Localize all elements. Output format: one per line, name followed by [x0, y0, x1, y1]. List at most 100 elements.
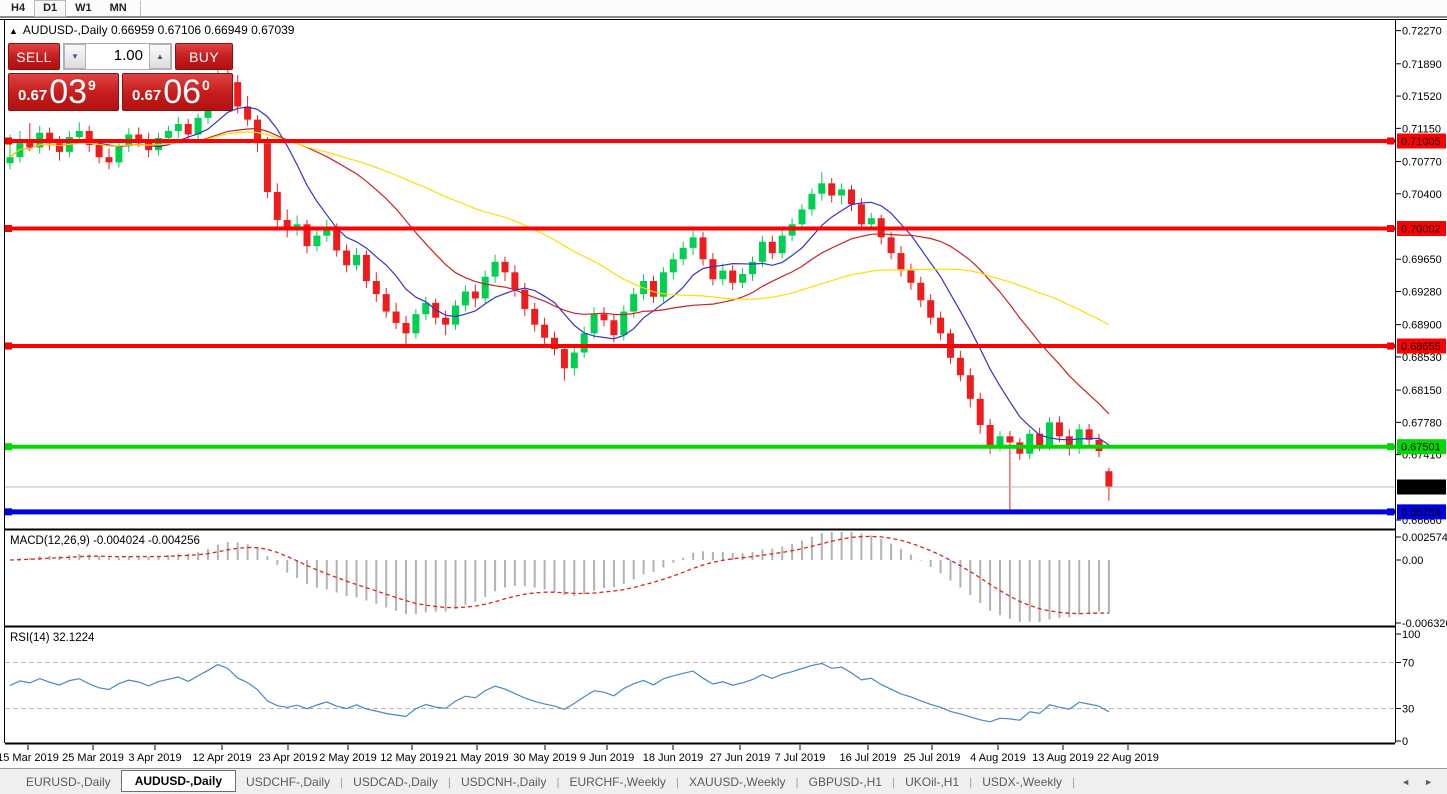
buy-price-display[interactable]: 0.67 06 0	[122, 73, 233, 111]
volume-decrease-button[interactable]: ▼	[64, 44, 86, 69]
macd-signal-line	[9, 535, 1109, 615]
candle-body	[758, 241, 766, 262]
candle-body	[422, 302, 430, 315]
price-tick-label: 0.67780	[1402, 417, 1442, 429]
candle-body	[689, 237, 697, 248]
candle-body	[244, 106, 252, 120]
rsi-panel	[5, 662, 1395, 723]
date-tick-label: 4 Aug 2019	[970, 752, 1026, 764]
line-handle-right	[1387, 225, 1394, 233]
tab-usdcad-daily[interactable]: USDCAD-,Daily	[343, 772, 448, 792]
date-tick-label: 23 Apr 2019	[258, 752, 317, 764]
candle-body	[6, 157, 14, 164]
rsi-axis-label: 30	[1402, 704, 1414, 716]
candle-body	[1105, 471, 1113, 487]
price-tick-label: 0.72270	[1402, 26, 1442, 38]
chart-canvas[interactable]: 0.722700.718900.715200.711500.707700.704…	[0, 0, 1447, 768]
candle-body	[897, 253, 905, 271]
price-badge-label: 0.68655	[1401, 341, 1441, 353]
one-click-toggle-icon[interactable]: ▲	[9, 26, 18, 36]
candle-body	[392, 311, 400, 323]
candle-body	[353, 254, 360, 266]
tab-gbpusd-h1[interactable]: GBPUSD-,H1	[799, 772, 892, 792]
ma-line-mid	[9, 127, 1110, 415]
candle-body	[669, 259, 677, 273]
candle-body	[234, 82, 242, 107]
candle-body	[184, 123, 192, 135]
tab-audusd-daily[interactable]: AUDUSD-,Daily	[120, 769, 237, 792]
chart-ohlc-values: 0.66959 0.67106 0.66949 0.67039	[110, 23, 295, 37]
buy-price-big: 06	[163, 73, 202, 111]
candle-body	[263, 143, 271, 193]
candle-body	[739, 274, 747, 283]
candle-body	[362, 254, 370, 282]
date-tick-label: 12 Apr 2019	[192, 752, 251, 764]
date-tick-label: 7 Jul 2019	[775, 752, 826, 764]
tab-eurchf-weekly[interactable]: EURCHF-,Weekly	[559, 772, 675, 792]
sell-button[interactable]: SELL	[8, 43, 60, 70]
candle-body	[907, 270, 915, 283]
chart-symbol-label: AUDUSD-,Daily	[22, 23, 108, 37]
candle-body	[1046, 422, 1053, 446]
candle-body	[917, 282, 925, 301]
date-tick-label: 13 Aug 2019	[1032, 752, 1094, 764]
candle-body	[1006, 436, 1014, 443]
candle-body	[699, 237, 707, 260]
line-handle-left	[5, 137, 12, 145]
tab-xauusd-weekly[interactable]: XAUUSD-,Weekly	[679, 772, 795, 792]
candle-body	[105, 157, 113, 163]
candle-body	[937, 317, 945, 334]
candle-body	[560, 349, 568, 369]
sell-price-display[interactable]: 0.67 03 9	[8, 73, 119, 111]
tab-ukoil-h1[interactable]: UKOil-,H1	[895, 772, 969, 792]
candle-body	[798, 209, 806, 225]
date-tick-label: 15 Mar 2019	[0, 752, 59, 764]
candle-body	[808, 193, 816, 210]
date-tick-label: 12 May 2019	[380, 752, 444, 764]
line-handle-left	[5, 342, 12, 350]
date-tick-label: 22 Aug 2019	[1097, 752, 1159, 764]
candle-body	[848, 189, 855, 205]
tab-scroll-left-icon[interactable]: ◄	[1401, 777, 1410, 787]
candle-body	[679, 247, 687, 260]
line-handle-left	[5, 443, 12, 451]
candle-body	[630, 294, 638, 312]
volume-increase-button[interactable]: ▲	[149, 44, 171, 69]
candle-body	[1055, 422, 1063, 437]
date-tick-label: 16 Jul 2019	[840, 752, 897, 764]
volume-input[interactable]: 1.00	[86, 44, 149, 69]
buy-button[interactable]: BUY	[175, 43, 233, 70]
candle-body	[828, 183, 836, 196]
line-handle-right	[1387, 137, 1394, 145]
candle-body	[1026, 433, 1034, 454]
price-tick-label: 0.68530	[1402, 352, 1442, 364]
candle-body	[729, 270, 737, 283]
candle-body	[867, 218, 875, 225]
tab-usdchf-daily[interactable]: USDCHF-,Daily	[236, 772, 340, 792]
tab-usdx-weekly[interactable]: USDX-,Weekly	[972, 772, 1072, 792]
candle-body	[56, 143, 63, 152]
tab-eurusd-daily[interactable]: EURUSD-,Daily	[16, 772, 121, 792]
price-axis: 0.722700.718900.715200.711500.707700.704…	[1396, 26, 1447, 748]
rsi-axis-label: 70	[1402, 658, 1414, 670]
candle-body	[95, 144, 103, 158]
date-tick-label: 2 May 2019	[319, 752, 376, 764]
candle-body	[461, 291, 469, 306]
tab-scroll-right-icon[interactable]: ►	[1424, 777, 1433, 787]
date-tick-label: 3 Apr 2019	[128, 752, 181, 764]
sell-price-sup: 9	[88, 77, 96, 93]
price-tick-label: 0.69650	[1402, 254, 1442, 266]
price-tick-label: 0.71520	[1402, 91, 1442, 103]
candle-body	[650, 281, 657, 297]
line-handle-left	[5, 225, 12, 233]
candle-body	[382, 294, 390, 312]
tab-usdcnh-daily[interactable]: USDCNH-,Daily	[451, 772, 556, 792]
macd-axis-label: 0.00	[1402, 555, 1423, 567]
candle-body	[174, 123, 182, 131]
panel-frames	[0, 19, 1447, 745]
candle-body	[818, 183, 826, 194]
candle-body	[481, 276, 489, 299]
candle-body	[966, 375, 974, 399]
candle-body	[471, 291, 479, 299]
macd-indicator-label: MACD(12,26,9) -0.004024 -0.004256	[10, 535, 200, 547]
